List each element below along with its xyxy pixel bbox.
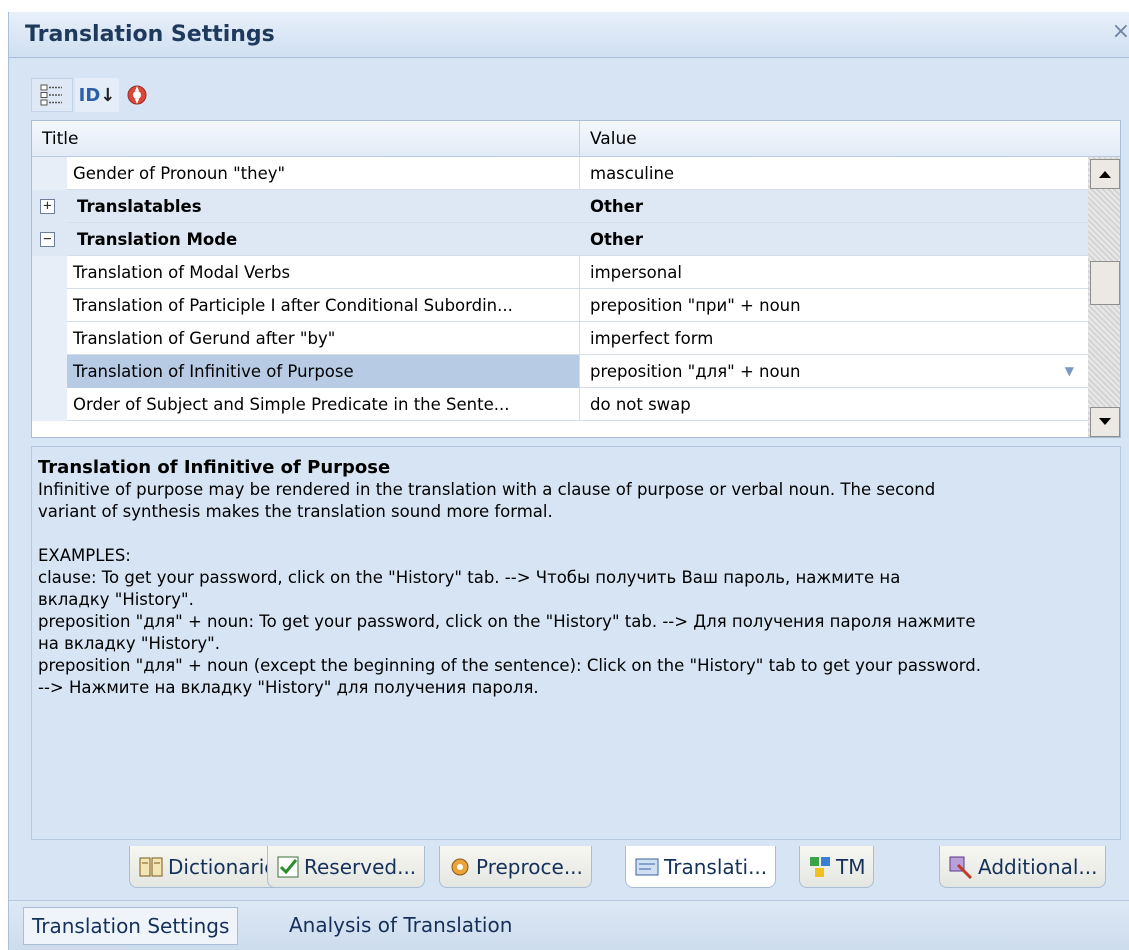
- translation-settings-panel: Translation Settings × ID↓ Title Value G…: [8, 12, 1129, 950]
- bottom-tab-bar: Translation Settings Analysis of Transla…: [9, 900, 1129, 950]
- scrollbar-thumb[interactable]: [1090, 261, 1120, 305]
- property-title: Translation of Modal Verbs: [67, 256, 580, 289]
- tab-tm[interactable]: TM: [799, 846, 875, 888]
- help-icon: [127, 85, 147, 105]
- sort-alphabetical-icon: ID↓: [78, 84, 116, 106]
- collapse-icon[interactable]: −: [40, 232, 55, 247]
- tab-translation-settings[interactable]: Translation Settings: [23, 907, 239, 945]
- category-row[interactable]: − Translation Mode Other: [32, 223, 1088, 256]
- property-row[interactable]: Order of Subject and Simple Predicate in…: [32, 388, 1088, 421]
- tab-label: Additional...: [978, 854, 1098, 879]
- property-title: Translation of Infinitive of Purpose: [67, 355, 580, 388]
- tab-preprocessing[interactable]: Preproce...: [439, 846, 592, 888]
- property-row[interactable]: Gender of Pronoun "they" masculine: [32, 157, 1088, 190]
- property-toolbar: ID↓: [31, 74, 1121, 118]
- property-value[interactable]: imperfect form: [580, 322, 1088, 355]
- reserved-icon: [277, 856, 299, 877]
- scroll-down-button[interactable]: [1090, 407, 1120, 437]
- property-row[interactable]: Translation of Participle I after Condit…: [32, 289, 1088, 322]
- help-button[interactable]: [119, 78, 155, 112]
- settings-tab-strip: Dictionaries Reserved... Preproce... Tra…: [31, 840, 1129, 896]
- property-title: Gender of Pronoun "they": [67, 157, 580, 190]
- category-title: Translatables: [77, 197, 202, 216]
- dictionary-icon: [139, 857, 163, 876]
- property-value[interactable]: impersonal: [580, 256, 1088, 289]
- property-title: Order of Subject and Simple Predicate in…: [67, 388, 580, 421]
- dropdown-value: preposition "для" + noun: [590, 362, 801, 381]
- translation-icon: [635, 858, 659, 875]
- property-row-selected[interactable]: Translation of Infinitive of Purpose pre…: [32, 355, 1088, 388]
- categorized-view-icon: [40, 84, 62, 106]
- description-body: Infinitive of purpose may be rendered in…: [38, 480, 936, 521]
- scroll-down-icon: [1099, 418, 1111, 425]
- tab-analysis-of-translation[interactable]: Analysis of Translation: [281, 907, 520, 945]
- property-row[interactable]: Translation of Gerund after "by" imperfe…: [32, 322, 1088, 355]
- tab-label: TM: [836, 854, 866, 879]
- tab-label: Reserved...: [304, 854, 417, 879]
- description-pane: Translation of Infinitive of Purpose Inf…: [31, 446, 1121, 840]
- description-examples: EXAMPLES: clause: To get your password, …: [38, 546, 981, 697]
- preprocessing-icon: [451, 858, 469, 875]
- tab-translation[interactable]: Translati...: [625, 846, 777, 888]
- expand-icon[interactable]: +: [40, 199, 55, 214]
- property-title: Translation of Participle I after Condit…: [67, 289, 580, 322]
- additional-icon: [949, 856, 973, 879]
- property-value[interactable]: do not swap: [580, 388, 1088, 421]
- column-header-title[interactable]: Title: [32, 121, 580, 157]
- close-button[interactable]: ×: [1108, 20, 1129, 44]
- property-value-dropdown[interactable]: preposition "для" + noun ▼: [580, 355, 1088, 388]
- sort-label: ID: [78, 84, 101, 106]
- grid-header: Title Value: [32, 121, 1120, 157]
- tm-icon: [810, 856, 830, 877]
- scroll-up-button[interactable]: [1090, 159, 1120, 189]
- categorized-view-button[interactable]: [31, 78, 73, 112]
- panel-title-bar: Translation Settings ×: [9, 12, 1129, 58]
- description-heading: Translation of Infinitive of Purpose: [38, 457, 391, 478]
- column-header-value[interactable]: Value: [580, 121, 1088, 157]
- sort-alphabetical-button[interactable]: ID↓: [75, 78, 119, 112]
- property-title: Translation of Gerund after "by": [67, 322, 580, 355]
- panel-title: Translation Settings: [25, 22, 275, 47]
- category-value: Other: [590, 197, 643, 216]
- tab-label: Translati...: [664, 854, 768, 879]
- property-value[interactable]: masculine: [580, 157, 1088, 190]
- property-grid: Title Value Gender of Pronoun "they" mas…: [31, 120, 1121, 438]
- category-title: Translation Mode: [77, 230, 238, 249]
- property-value[interactable]: preposition "при" + noun: [580, 289, 1088, 322]
- tab-additional[interactable]: Additional...: [939, 846, 1107, 888]
- category-row[interactable]: + Translatables Other: [32, 190, 1088, 223]
- scroll-up-icon: [1099, 171, 1111, 178]
- tab-label: Preproce...: [476, 854, 583, 879]
- chevron-down-icon[interactable]: ▼: [1065, 355, 1074, 388]
- vertical-scrollbar[interactable]: [1088, 157, 1120, 437]
- category-value: Other: [590, 230, 643, 249]
- tab-reserved[interactable]: Reserved...: [267, 846, 426, 888]
- property-row[interactable]: Translation of Modal Verbs impersonal: [32, 256, 1088, 289]
